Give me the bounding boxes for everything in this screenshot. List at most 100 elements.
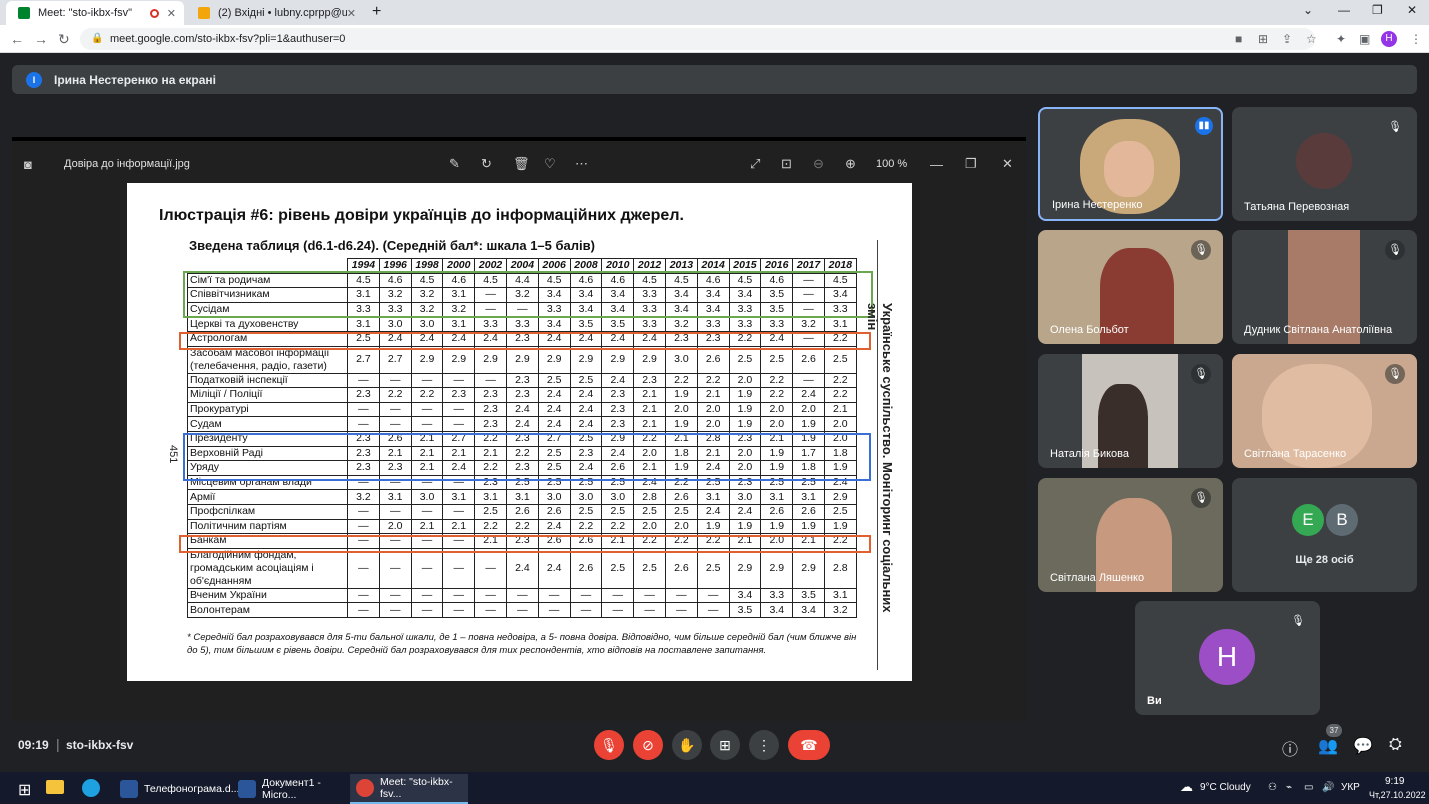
info-icon[interactable]: ⓘ [1282, 736, 1298, 760]
presentation-banner: І Ірина Нестеренко на екрані [12, 65, 1417, 94]
more-icon[interactable]: ⋯ [575, 156, 588, 172]
tab-meet[interactable]: Meet: "sto-ikbx-fsv" ✕ [6, 1, 184, 25]
table-cell: 2.6 [760, 503, 794, 520]
camera-icon[interactable]: ■ [1235, 32, 1242, 46]
highlight-box-family [183, 271, 873, 318]
taskbar-item-chrome[interactable]: Meet: "sto-ikbx-fsv... [350, 774, 468, 804]
participant-tile-dudnyk[interactable]: 🎙 Дудник Світлана Анатоліївна [1232, 230, 1417, 344]
minimize-icon[interactable]: — [1338, 3, 1350, 17]
taskbar-item-label: Телефонограма.d... [144, 783, 240, 795]
self-tile[interactable]: H 🎙 Ви [1135, 601, 1320, 715]
mic-toggle-button[interactable]: 🎙 [594, 730, 624, 760]
new-tab-button[interactable]: + [372, 3, 381, 21]
people-tray-icon[interactable]: ⚇ [1268, 782, 1277, 793]
leave-call-button[interactable]: ☎ [788, 730, 830, 760]
table-cell: 3.1 [442, 316, 476, 332]
table-cell: — [569, 587, 603, 604]
favorite-icon[interactable]: ♡ [544, 156, 556, 172]
back-icon[interactable]: ← [10, 31, 24, 47]
weather-text[interactable]: 9°C Cloudy [1200, 782, 1251, 793]
menu-dots-icon[interactable]: ⋮ [1410, 32, 1422, 46]
table-cell: — [792, 372, 825, 389]
fit-icon[interactable]: ⊡ [781, 156, 792, 172]
zoom-out-icon[interactable]: ⊖ [813, 156, 824, 172]
close-tab-icon[interactable]: ✕ [167, 7, 176, 20]
table-cell: — [537, 587, 571, 604]
table-cell: 2.9 [442, 345, 476, 374]
delete-icon[interactable]: 🗑 [513, 156, 530, 172]
clock-date[interactable]: Чт,27.10.2022 [1369, 790, 1426, 800]
tab-search-icon[interactable]: ⌄ [1303, 3, 1313, 17]
table-cell: 2.2 [760, 372, 794, 389]
participant-tile-tatiana[interactable]: 🎙 Татьяна Перевозная [1232, 107, 1417, 221]
battery-icon[interactable]: ▭ [1304, 782, 1313, 793]
taskbar-item-word2[interactable]: Документ1 - Micro... [232, 774, 348, 804]
maximize-icon[interactable]: ❐ [1372, 3, 1383, 17]
file-explorer-icon[interactable] [46, 780, 64, 794]
camera-toggle-button[interactable]: ⊘ [633, 730, 663, 760]
row-label: Судам [187, 416, 348, 432]
tab-mail[interactable]: (2) Вхідні • lubny.cprpp@ukr.net ✕ [186, 1, 364, 25]
table-cell: 3.2 [347, 489, 380, 505]
chat-icon[interactable]: 💬 [1353, 736, 1373, 756]
edge-icon[interactable] [82, 779, 100, 797]
table-cell: 2.6 [537, 503, 571, 520]
profile-avatar[interactable]: H [1381, 31, 1397, 47]
fullscreen-icon[interactable]: ⤢ [750, 156, 760, 172]
reload-icon[interactable]: ↻ [58, 31, 70, 48]
more-options-button[interactable]: ⋮ [749, 730, 779, 760]
photos-app-icon: ◙ [24, 156, 32, 172]
table-cell: 2.9 [601, 345, 635, 374]
viewer-minimize-icon[interactable]: — [930, 157, 943, 172]
people-icon[interactable]: 👥 [1318, 736, 1338, 756]
row-label: Прокуратурі [187, 401, 348, 418]
viewer-maximize-icon[interactable]: ❐ [965, 156, 977, 172]
volume-icon[interactable]: 🔊 [1322, 782, 1334, 793]
clock-time[interactable]: 9:19 [1385, 776, 1404, 787]
participant-tile-iryna[interactable]: ▮▮ Ірина Нестеренко [1038, 107, 1223, 221]
side-panel-icon[interactable]: ▣ [1359, 32, 1370, 46]
table-cell: 2.0 [664, 401, 698, 418]
zoom-in-icon[interactable]: ⊕ [845, 156, 856, 172]
table-cell: 3.3 [696, 316, 730, 332]
table-cell: — [410, 401, 444, 418]
table-cell: — [442, 372, 476, 389]
viewer-close-icon[interactable]: ✕ [1002, 156, 1013, 172]
participant-tile-nataliia[interactable]: 🎙 Наталія Бикова [1038, 354, 1223, 468]
table-cell: — [474, 602, 507, 618]
participant-tile-svitlana-t[interactable]: 🎙 Світлана Тарасенко [1232, 354, 1417, 468]
taskbar-item-word1[interactable]: Телефонограма.d... [114, 774, 239, 804]
table-cell: 3.3 [505, 316, 539, 332]
translate-icon[interactable]: ⊞ [1258, 32, 1268, 46]
bookmark-star-icon[interactable]: ☆ [1306, 32, 1317, 46]
url-field[interactable]: 🔒 meet.google.com/sto-ikbx-fsv?pli=1&aut… [80, 28, 1315, 50]
viewer-filename: Довіра до інформації.jpg [64, 158, 190, 170]
rotate-icon[interactable]: ↻ [481, 156, 492, 172]
windows-start-icon[interactable]: ⊞ [18, 780, 31, 800]
table-cell: — [347, 518, 380, 535]
participant-tile-olena[interactable]: 🎙 Олена Больбот [1038, 230, 1223, 344]
network-icon[interactable]: ⌁ [1286, 782, 1292, 793]
language-indicator[interactable]: УКР [1341, 782, 1360, 793]
table-cell: 3.0 [601, 489, 635, 505]
participant-tile-svitlana-l[interactable]: 🎙 Світлана Ляшенко [1038, 478, 1223, 592]
table-cell: — [410, 416, 444, 432]
table-cell: — [378, 587, 412, 604]
table-cell: 2.9 [728, 547, 762, 589]
close-window-icon[interactable]: ✕ [1407, 3, 1417, 17]
forward-icon[interactable]: → [34, 31, 48, 47]
table-cell: 2.4 [505, 547, 539, 589]
table-cell: 3.1 [823, 587, 857, 604]
present-button[interactable]: ⊞ [710, 730, 740, 760]
activities-icon[interactable]: ⛭ [1389, 736, 1402, 754]
extensions-icon[interactable]: ✦ [1336, 32, 1346, 46]
table-cell: 3.3 [633, 316, 666, 332]
table-row: Профспілкам — — — —2.5 2.6 2.6 2.5 2.5 2.5 2.5 2.4 2… [187, 503, 857, 520]
edit-image-icon[interactable]: ✎ [449, 156, 460, 172]
table-cell: 2.1 [633, 387, 666, 403]
share-icon[interactable]: ⇪ [1282, 32, 1292, 46]
raise-hand-button[interactable]: ✋ [672, 730, 702, 760]
more-participants-tile[interactable]: E B Ще 28 осіб [1232, 478, 1417, 592]
close-tab-icon[interactable]: ✕ [347, 7, 356, 20]
meeting-controls-bar: 09:19 | sto-ikbx-fsv 🎙 ⊘ ✋ ⊞ ⋮ ☎ ⓘ 👥 37 … [0, 724, 1429, 770]
